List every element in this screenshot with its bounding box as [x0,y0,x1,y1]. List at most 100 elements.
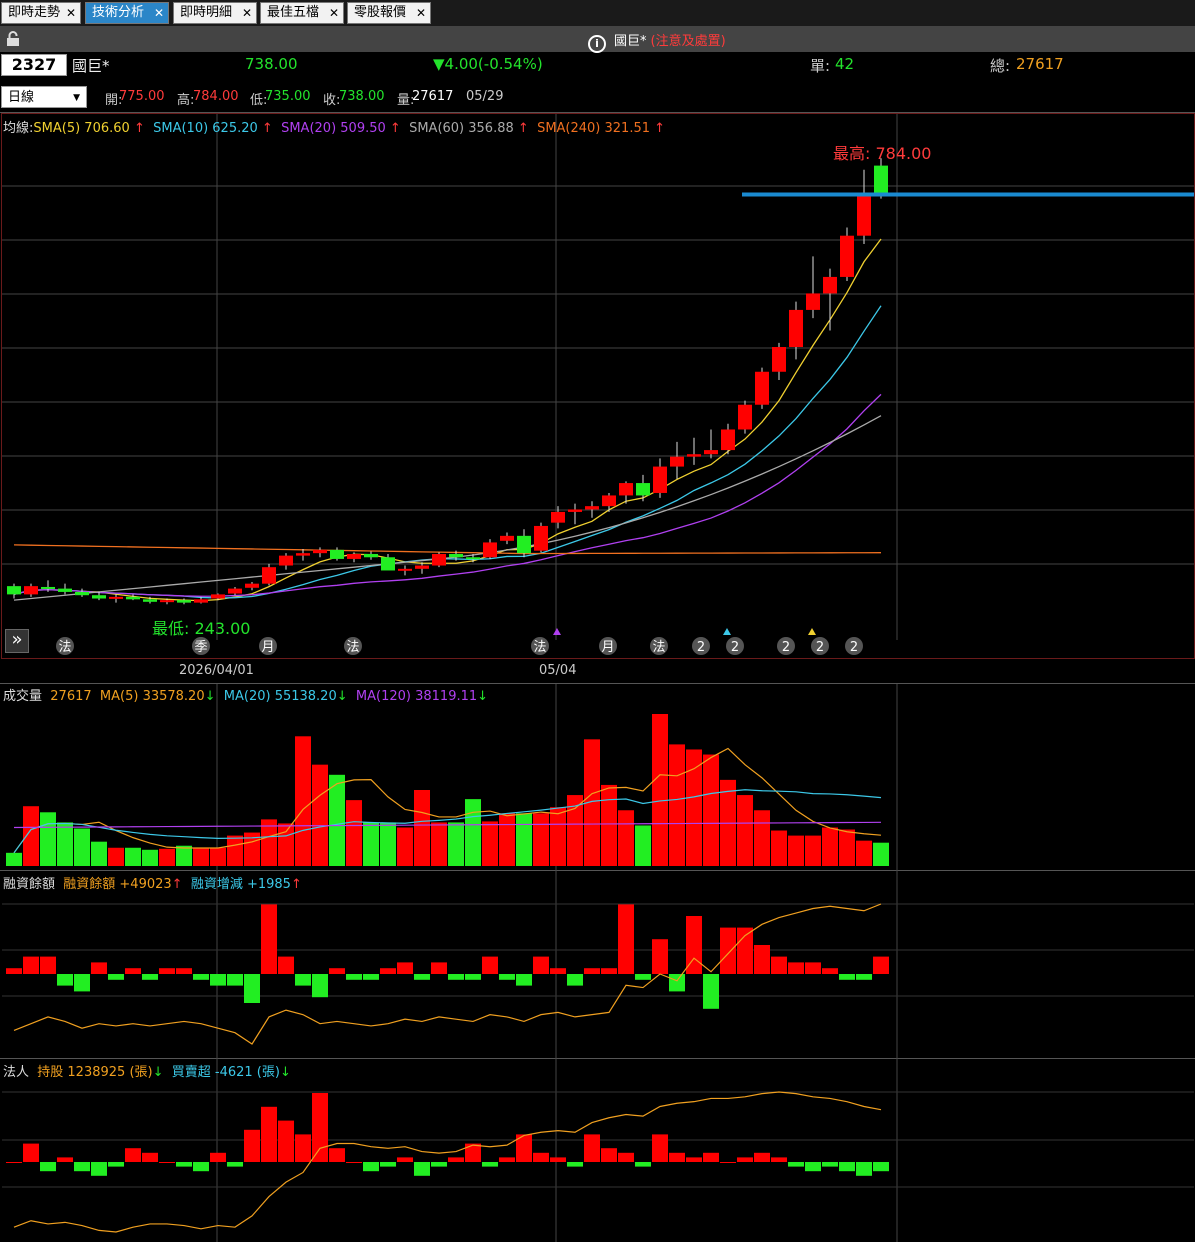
margin-change-legend: 融資增減 +1985 [190,877,291,892]
margin-bar [465,974,481,980]
margin-bar [703,974,719,1009]
candle-body [109,596,123,599]
margin-bar [873,956,889,974]
arrow-up-icon: ↑ [133,121,145,136]
sma240-legend: SMA(240) 321.51 [537,121,650,136]
event-marker-label: 法 [652,640,665,655]
margin-bar [346,974,362,980]
margin-bar [193,974,209,980]
margin-bar [669,974,685,992]
margin-bar [363,974,379,980]
margin-bar [720,927,736,974]
institution-bar [210,1152,226,1162]
sma-legend: 均線:SMA(5) 706.60 ↑ SMA(10) 625.20 ↑ SMA(… [3,117,665,136]
institution-bar [601,1148,617,1162]
event-marker-label: 法 [346,640,359,655]
margin-bar [295,974,311,986]
institution-bar [618,1152,634,1162]
arrow-up-icon: ↑ [261,121,273,136]
volume-bar [108,847,124,866]
candle-body [466,557,480,560]
institution-bar [499,1157,515,1162]
event-marker-label: 2 [816,640,824,655]
triangle-icon [553,628,561,635]
arrow-up-icon: ↑ [654,121,666,136]
sma-legend-label: 均線: [3,121,34,136]
candle-body [551,511,565,523]
margin-bar [159,968,175,974]
volume-legend-label: 成交量 [3,689,43,704]
event-marker-label: 月 [261,640,274,655]
institution-bar [57,1157,73,1162]
expand-icon[interactable]: » [5,629,29,653]
margin-bar [822,968,838,974]
institution-bar [278,1120,294,1162]
candle-body [75,591,89,596]
event-marker-label: 2 [697,640,705,655]
volume-bar [431,822,447,866]
institution-bar [397,1157,413,1162]
candle-body [500,535,514,541]
volume-bar [771,830,787,866]
sma10-legend: SMA(10) 625.20 [153,121,258,136]
institution-bar [448,1157,464,1162]
event-marker-label: 月 [601,640,614,655]
margin-bar [567,974,583,986]
candle-body [330,549,344,559]
volume-bar [499,813,515,866]
margin-bar [244,974,260,1003]
margin-bar [533,956,549,974]
candlesticks [7,158,888,605]
candle-body [279,555,293,566]
triangle-icon [808,628,816,635]
margin-legend: 融資餘額 融資餘額 +49023↑ 融資增減 +1985↑ [3,873,302,892]
candle-body [160,600,174,603]
margin-legend-label: 融資餘額 [3,877,56,892]
candle-body [7,586,21,595]
volume-bar [856,840,872,866]
volume-bar [686,749,702,866]
margin-bar [397,962,413,974]
volume-bar [125,847,141,866]
candle-body [857,192,871,236]
candle-body [432,553,446,566]
margin-bars [6,903,889,1045]
volume-bar [601,784,617,866]
volume-bar [380,822,396,866]
volume-bar [516,813,532,866]
institution-bar [754,1152,770,1162]
candle-body [245,583,259,588]
margin-bar [652,939,668,974]
candle-body [347,553,361,559]
event-marker-label: 2 [850,640,858,655]
volume-bar [635,825,651,866]
candle-body [806,293,820,310]
margin-bar [261,904,277,974]
margin-balance-legend: 融資餘額 +49023 [63,877,172,892]
sma-line [13,544,882,555]
institution-bar [227,1162,243,1167]
candle-body [738,404,752,430]
volume-legend-value: 27617 [50,689,92,704]
volume-bar [6,852,22,866]
volume-bar [618,810,634,866]
volume-bar [363,822,379,866]
margin-bar [482,956,498,974]
arrow-down-icon: ↓ [152,1065,164,1080]
margin-bar [40,956,56,974]
volume-bar [295,736,311,866]
institution-bar [108,1162,124,1167]
sma20-legend: SMA(20) 509.50 [281,121,386,136]
margin-bar [380,968,396,974]
institution-bar [584,1134,600,1162]
candle-body [143,599,157,602]
institution-bar [125,1148,141,1162]
institution-bar [737,1157,753,1162]
date-label-1: 05/04 [539,663,577,678]
candle-body [704,450,718,455]
candle-body [296,553,310,556]
date-label-0: 2026/04/01 [179,663,254,678]
institution-bar [193,1162,209,1172]
institution-bar [822,1162,838,1167]
institution-bar [312,1093,328,1162]
